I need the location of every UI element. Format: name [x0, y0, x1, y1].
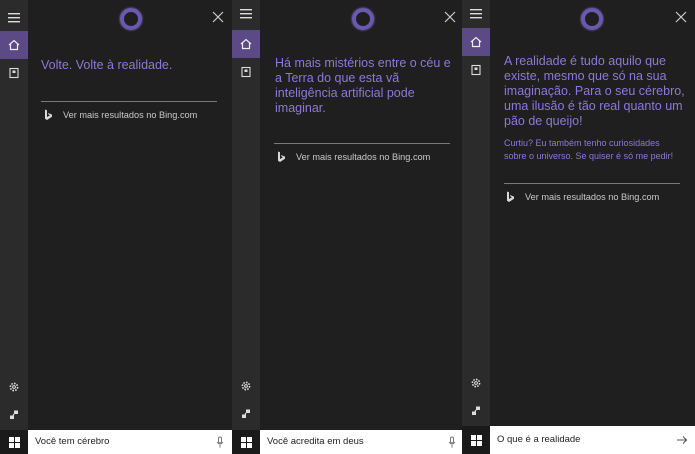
hamburger-icon	[240, 9, 252, 19]
feedback-icon	[242, 409, 250, 418]
home-button[interactable]	[232, 30, 260, 58]
close-icon[interactable]	[211, 10, 225, 24]
start-button[interactable]	[0, 430, 28, 454]
cortana-followup: Curtiu? Eu também tenho curiosidades sob…	[504, 138, 674, 161]
notebook-button[interactable]	[232, 58, 260, 86]
hamburger-icon	[8, 13, 20, 23]
divider	[504, 183, 680, 184]
feedback-button[interactable]	[232, 400, 260, 428]
notebook-icon	[471, 64, 481, 76]
close-icon[interactable]	[443, 10, 457, 24]
notebook-button[interactable]	[0, 59, 28, 87]
home-icon	[8, 39, 20, 51]
cortana-ring-icon	[120, 8, 142, 30]
side-rail	[232, 0, 260, 430]
settings-button[interactable]	[232, 372, 260, 400]
cortana-answer: A realidade é tudo aquilo que existe, me…	[504, 54, 685, 128]
cortana-content: A realidade é tudo aquilo que existe, me…	[490, 0, 695, 426]
cortana-ring-icon	[581, 8, 603, 30]
settings-button[interactable]	[0, 373, 28, 401]
settings-button[interactable]	[462, 369, 490, 397]
cortana-answer: Volte. Volte à realidade.	[41, 58, 173, 72]
start-button[interactable]	[232, 430, 260, 454]
gear-icon	[241, 381, 251, 391]
home-icon	[240, 38, 252, 50]
notebook-icon	[9, 67, 19, 79]
taskbar: Você acredita em deus	[232, 430, 462, 454]
home-button[interactable]	[0, 31, 28, 59]
feedback-icon	[472, 406, 480, 415]
cortana-content: Volte. Volte à realidade. Ver mais resul…	[28, 0, 232, 430]
divider	[41, 101, 217, 102]
feedback-button[interactable]	[462, 397, 490, 425]
search-input[interactable]: O que é a realidade	[497, 434, 580, 445]
menu-button[interactable]	[0, 4, 28, 32]
search-input[interactable]: Você acredita em deus	[267, 436, 364, 447]
arrow-right-icon[interactable]	[676, 434, 688, 446]
notebook-button[interactable]	[462, 56, 490, 84]
start-button[interactable]	[462, 426, 490, 454]
cortana-panel-3: A realidade é tudo aquilo que existe, me…	[462, 0, 695, 454]
bing-link-label[interactable]: Ver mais resultados no Bing.com	[525, 192, 659, 202]
taskbar: O que é a realidade	[462, 426, 695, 454]
hamburger-icon	[470, 9, 482, 19]
bing-logo-icon	[507, 191, 514, 202]
windows-logo-icon	[470, 434, 482, 446]
gear-icon	[471, 378, 481, 388]
gear-icon	[9, 382, 19, 392]
feedback-button[interactable]	[0, 401, 28, 429]
feedback-icon	[10, 410, 18, 419]
microphone-icon[interactable]	[446, 436, 458, 448]
divider	[274, 143, 450, 144]
microphone-icon[interactable]	[214, 436, 226, 448]
close-icon[interactable]	[674, 10, 688, 24]
bing-link[interactable]: Ver mais resultados no Bing.com	[506, 191, 659, 203]
side-rail	[462, 0, 490, 430]
bing-logo-icon	[45, 109, 52, 120]
cortana-content: Há mais mistérios entre o céu e a Terra …	[260, 0, 462, 430]
cortana-panel-1: Volte. Volte à realidade. Ver mais resul…	[0, 0, 232, 454]
bing-link[interactable]: Ver mais resultados no Bing.com	[277, 151, 430, 163]
bing-link[interactable]: Ver mais resultados no Bing.com	[44, 109, 197, 121]
cortana-answer: Há mais mistérios entre o céu e a Terra …	[275, 56, 451, 115]
bing-link-label[interactable]: Ver mais resultados no Bing.com	[296, 152, 430, 162]
menu-button[interactable]	[232, 0, 260, 28]
taskbar: Você tem cérebro	[0, 430, 232, 454]
home-button[interactable]	[462, 28, 490, 56]
windows-logo-icon	[240, 436, 252, 448]
cortana-panel-2: Há mais mistérios entre o céu e a Terra …	[232, 0, 462, 454]
windows-logo-icon	[8, 436, 20, 448]
cortana-ring-icon	[352, 8, 374, 30]
menu-button[interactable]	[462, 0, 490, 28]
side-rail	[0, 0, 28, 430]
search-input[interactable]: Você tem cérebro	[35, 436, 109, 447]
notebook-icon	[241, 66, 251, 78]
bing-link-label[interactable]: Ver mais resultados no Bing.com	[63, 110, 197, 120]
bing-logo-icon	[278, 151, 285, 162]
home-icon	[470, 36, 482, 48]
